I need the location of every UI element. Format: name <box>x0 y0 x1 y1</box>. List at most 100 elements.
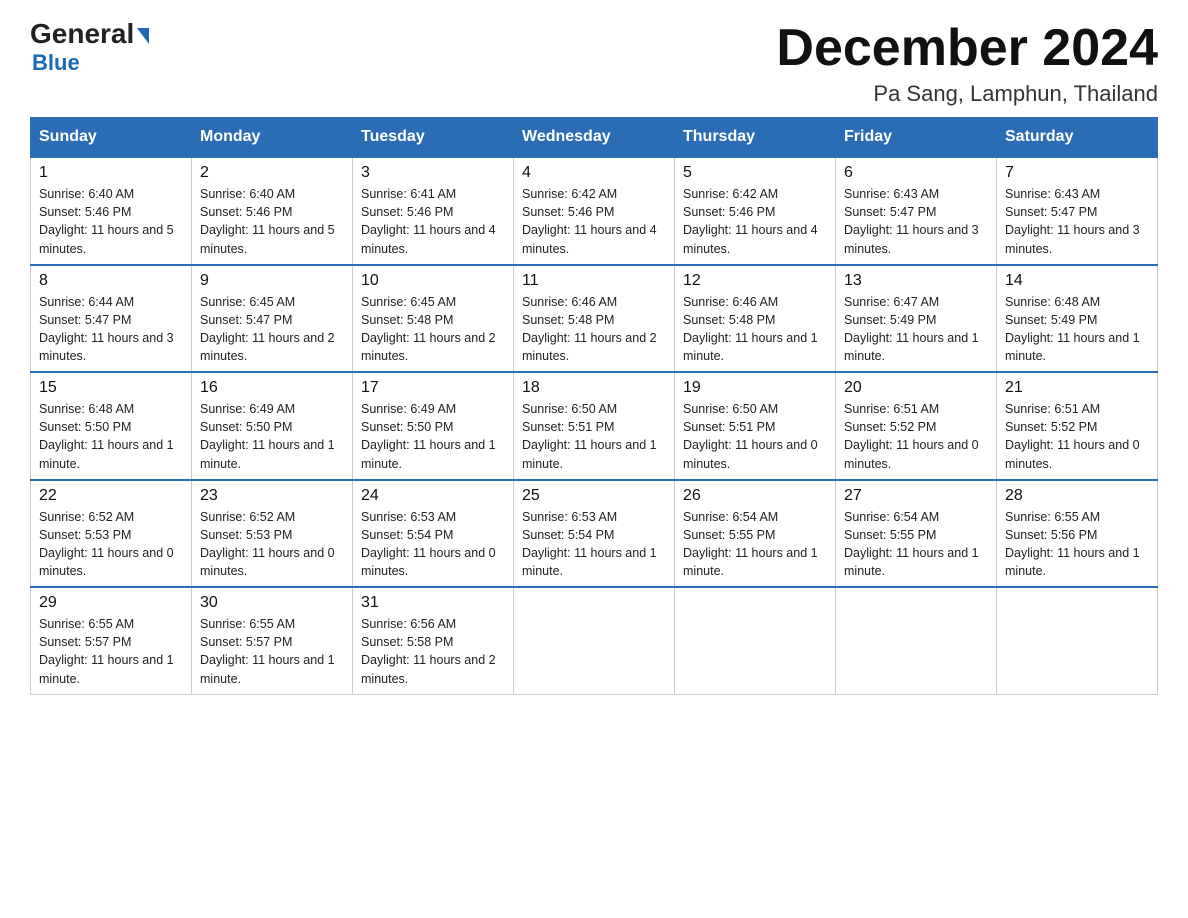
day-info: Sunrise: 6:51 AMSunset: 5:52 PMDaylight:… <box>844 400 988 473</box>
calendar-empty <box>836 587 997 694</box>
header-friday: Friday <box>836 118 997 158</box>
day-info: Sunrise: 6:53 AMSunset: 5:54 PMDaylight:… <box>361 508 505 581</box>
calendar-day-14: 14Sunrise: 6:48 AMSunset: 5:49 PMDayligh… <box>997 265 1158 373</box>
day-info: Sunrise: 6:50 AMSunset: 5:51 PMDaylight:… <box>683 400 827 473</box>
calendar-week-2: 8 Sunrise: 6:44 AMSunset: 5:47 PMDaylight… <box>31 265 1158 373</box>
calendar-empty <box>514 587 675 694</box>
day-info: Sunrise: 6:49 AMSunset: 5:50 PMDaylight:… <box>200 400 344 473</box>
day-number: 9 <box>200 272 344 290</box>
calendar-day-13: 13 Sunrise: 6:47 AMSunset: 5:49 PMDayligh… <box>836 265 997 373</box>
calendar-day-28: 28 Sunrise: 6:55 AMSunset: 5:56 PMDayligh… <box>997 480 1158 588</box>
day-number: 29 <box>39 594 183 612</box>
calendar-day-23: 23Sunrise: 6:52 AMSunset: 5:53 PMDayligh… <box>192 480 353 588</box>
calendar-day-16: 16 Sunrise: 6:49 AMSunset: 5:50 PMDayligh… <box>192 372 353 480</box>
day-info: Sunrise: 6:41 AMSunset: 5:46 PMDaylight:… <box>361 185 505 258</box>
calendar-week-1: 1 Sunrise: 6:40 AMSunset: 5:46 PMDaylight… <box>31 157 1158 265</box>
day-info: Sunrise: 6:56 AMSunset: 5:58 PMDaylight:… <box>361 615 505 688</box>
calendar-day-4: 4 Sunrise: 6:42 AMSunset: 5:46 PMDaylight… <box>514 157 675 265</box>
calendar-day-7: 7Sunrise: 6:43 AMSunset: 5:47 PMDaylight… <box>997 157 1158 265</box>
day-info: Sunrise: 6:44 AMSunset: 5:47 PMDaylight:… <box>39 293 183 366</box>
day-number: 21 <box>1005 379 1149 397</box>
calendar-day-22: 22 Sunrise: 6:52 AMSunset: 5:53 PMDayligh… <box>31 480 192 588</box>
calendar-week-5: 29 Sunrise: 6:55 AMSunset: 5:57 PMDayligh… <box>31 587 1158 694</box>
calendar-day-25: 25Sunrise: 6:53 AMSunset: 5:54 PMDayligh… <box>514 480 675 588</box>
day-number: 24 <box>361 487 505 505</box>
day-info: Sunrise: 6:45 AMSunset: 5:47 PMDaylight:… <box>200 293 344 366</box>
day-info: Sunrise: 6:53 AMSunset: 5:54 PMDaylight:… <box>522 508 666 581</box>
day-number: 31 <box>361 594 505 612</box>
calendar-day-8: 8 Sunrise: 6:44 AMSunset: 5:47 PMDaylight… <box>31 265 192 373</box>
calendar-day-9: 9 Sunrise: 6:45 AMSunset: 5:47 PMDaylight… <box>192 265 353 373</box>
day-number: 1 <box>39 164 183 182</box>
day-number: 6 <box>844 164 988 182</box>
day-info: Sunrise: 6:43 AMSunset: 5:47 PMDaylight:… <box>844 185 988 258</box>
calendar-day-1: 1 Sunrise: 6:40 AMSunset: 5:46 PMDaylight… <box>31 157 192 265</box>
day-info: Sunrise: 6:50 AMSunset: 5:51 PMDaylight:… <box>522 400 666 473</box>
day-number: 27 <box>844 487 988 505</box>
day-info: Sunrise: 6:51 AMSunset: 5:52 PMDaylight:… <box>1005 400 1149 473</box>
header-monday: Monday <box>192 118 353 158</box>
header-saturday: Saturday <box>997 118 1158 158</box>
day-number: 23 <box>200 487 344 505</box>
day-info: Sunrise: 6:54 AMSunset: 5:55 PMDaylight:… <box>844 508 988 581</box>
calendar-table: SundayMondayTuesdayWednesdayThursdayFrid… <box>30 117 1158 695</box>
day-info: Sunrise: 6:52 AMSunset: 5:53 PMDaylight:… <box>39 508 183 581</box>
calendar-day-31: 31 Sunrise: 6:56 AMSunset: 5:58 PMDayligh… <box>353 587 514 694</box>
day-number: 14 <box>1005 272 1149 290</box>
day-number: 12 <box>683 272 827 290</box>
calendar-day-19: 19 Sunrise: 6:50 AMSunset: 5:51 PMDayligh… <box>675 372 836 480</box>
calendar-week-4: 22 Sunrise: 6:52 AMSunset: 5:53 PMDayligh… <box>31 480 1158 588</box>
day-number: 2 <box>200 164 344 182</box>
header-thursday: Thursday <box>675 118 836 158</box>
day-info: Sunrise: 6:49 AMSunset: 5:50 PMDaylight:… <box>361 400 505 473</box>
calendar-day-6: 6 Sunrise: 6:43 AMSunset: 5:47 PMDaylight… <box>836 157 997 265</box>
calendar-empty <box>675 587 836 694</box>
calendar-day-29: 29Sunrise: 6:55 AMSunset: 5:57 PMDayligh… <box>31 587 192 694</box>
calendar-day-17: 17 Sunrise: 6:49 AMSunset: 5:50 PMDayligh… <box>353 372 514 480</box>
header-tuesday: Tuesday <box>353 118 514 158</box>
day-info: Sunrise: 6:54 AMSunset: 5:55 PMDaylight:… <box>683 508 827 581</box>
location-title: Pa Sang, Lamphun, Thailand <box>776 81 1158 107</box>
month-title: December 2024 <box>776 20 1158 77</box>
day-number: 18 <box>522 379 666 397</box>
day-number: 28 <box>1005 487 1149 505</box>
calendar-day-10: 10 Sunrise: 6:45 AMSunset: 5:48 PMDayligh… <box>353 265 514 373</box>
calendar-day-24: 24 Sunrise: 6:53 AMSunset: 5:54 PMDayligh… <box>353 480 514 588</box>
day-info: Sunrise: 6:46 AMSunset: 5:48 PMDaylight:… <box>522 293 666 366</box>
day-info: Sunrise: 6:55 AMSunset: 5:57 PMDaylight:… <box>200 615 344 688</box>
calendar-day-26: 26Sunrise: 6:54 AMSunset: 5:55 PMDayligh… <box>675 480 836 588</box>
day-number: 16 <box>200 379 344 397</box>
day-info: Sunrise: 6:48 AMSunset: 5:50 PMDaylight:… <box>39 400 183 473</box>
calendar-day-27: 27 Sunrise: 6:54 AMSunset: 5:55 PMDayligh… <box>836 480 997 588</box>
header-sunday: Sunday <box>31 118 192 158</box>
day-number: 5 <box>683 164 827 182</box>
day-info: Sunrise: 6:47 AMSunset: 5:49 PMDaylight:… <box>844 293 988 366</box>
day-number: 19 <box>683 379 827 397</box>
calendar-day-11: 11 Sunrise: 6:46 AMSunset: 5:48 PMDayligh… <box>514 265 675 373</box>
page-header: General Blue December 2024 Pa Sang, Lamp… <box>30 20 1158 107</box>
day-number: 13 <box>844 272 988 290</box>
header-wednesday: Wednesday <box>514 118 675 158</box>
day-number: 10 <box>361 272 505 290</box>
day-number: 17 <box>361 379 505 397</box>
day-number: 30 <box>200 594 344 612</box>
day-info: Sunrise: 6:42 AMSunset: 5:46 PMDaylight:… <box>683 185 827 258</box>
day-info: Sunrise: 6:40 AMSunset: 5:46 PMDaylight:… <box>39 185 183 258</box>
calendar-day-21: 21 Sunrise: 6:51 AMSunset: 5:52 PMDayligh… <box>997 372 1158 480</box>
logo-blue: Blue <box>32 50 80 76</box>
day-number: 22 <box>39 487 183 505</box>
day-info: Sunrise: 6:42 AMSunset: 5:46 PMDaylight:… <box>522 185 666 258</box>
calendar-empty <box>997 587 1158 694</box>
calendar-week-3: 15Sunrise: 6:48 AMSunset: 5:50 PMDayligh… <box>31 372 1158 480</box>
day-info: Sunrise: 6:45 AMSunset: 5:48 PMDaylight:… <box>361 293 505 366</box>
day-number: 8 <box>39 272 183 290</box>
day-number: 4 <box>522 164 666 182</box>
day-number: 7 <box>1005 164 1149 182</box>
calendar-day-30: 30 Sunrise: 6:55 AMSunset: 5:57 PMDayligh… <box>192 587 353 694</box>
day-info: Sunrise: 6:46 AMSunset: 5:48 PMDaylight:… <box>683 293 827 366</box>
day-number: 11 <box>522 272 666 290</box>
day-info: Sunrise: 6:55 AMSunset: 5:56 PMDaylight:… <box>1005 508 1149 581</box>
day-number: 20 <box>844 379 988 397</box>
logo: General Blue <box>30 20 149 76</box>
calendar-header-row: SundayMondayTuesdayWednesdayThursdayFrid… <box>31 118 1158 158</box>
